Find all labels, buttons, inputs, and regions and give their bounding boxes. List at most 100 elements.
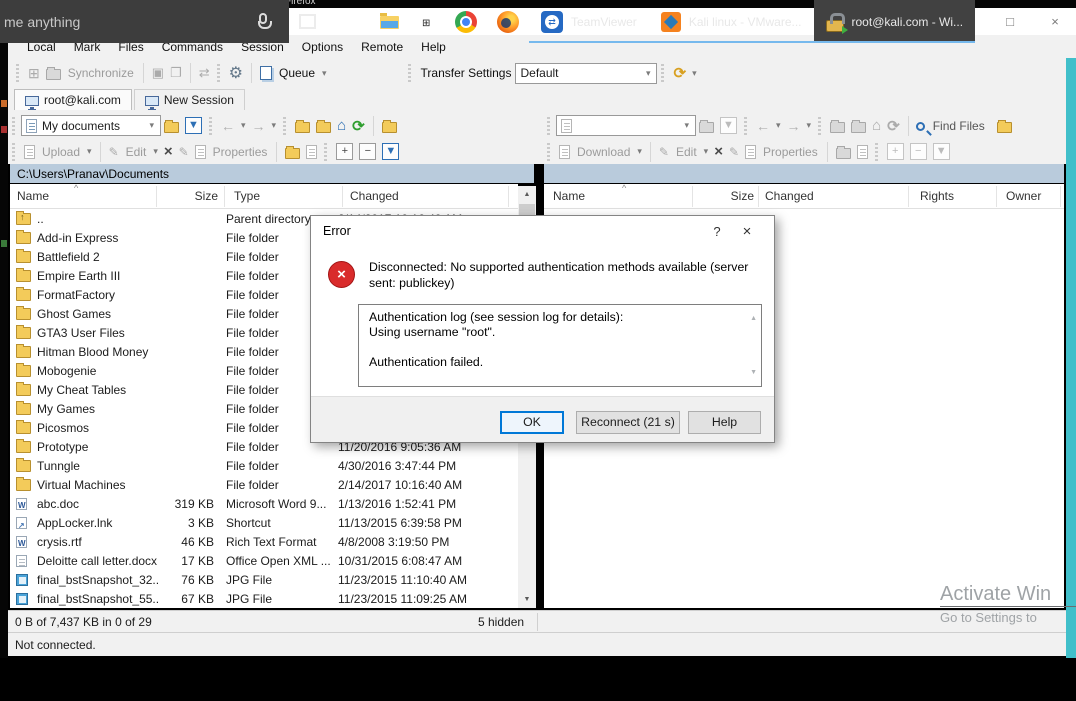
home-directory-icon[interactable]: ⌂ — [872, 117, 881, 134]
taskbar-app-kali-vmware[interactable]: Kali linux - VMware... — [649, 0, 814, 43]
chevron-down-icon[interactable]: ▾ — [153, 146, 158, 157]
preferences-gear-icon[interactable]: ⚙ — [229, 63, 243, 83]
sync-browsing-icon[interactable]: ⇄ — [199, 65, 210, 81]
close-button[interactable]: × — [1048, 14, 1062, 29]
new-folder-icon[interactable] — [285, 148, 300, 159]
toolbar-grip[interactable] — [209, 117, 214, 135]
maximize-button[interactable]: □ — [1003, 14, 1017, 29]
find-files-icon[interactable] — [916, 122, 925, 131]
dialog-title-bar[interactable]: Error ? × — [311, 216, 774, 246]
compare-directories-icon[interactable]: ⊞ — [28, 65, 40, 82]
toolbar-grip[interactable] — [12, 143, 17, 161]
new-file-icon[interactable] — [857, 145, 868, 159]
right-path-select[interactable]: ▾ — [556, 115, 696, 136]
table-row[interactable]: crysis.rtf 46 KB Rich Text Format 4/8/20… — [10, 532, 518, 551]
select-plus-icon[interactable]: + — [887, 143, 904, 160]
chevron-down-icon[interactable]: ▾ — [637, 146, 642, 157]
properties-icon[interactable] — [745, 145, 756, 159]
reconnect-button[interactable]: Reconnect (21 s) — [576, 411, 680, 434]
taskbar-search-box[interactable]: me anything — [0, 0, 289, 43]
upload-label[interactable]: Upload — [42, 145, 80, 159]
toolbar-grip[interactable] — [324, 143, 329, 161]
selection-filter-icon[interactable]: ▼ — [382, 143, 399, 160]
edit-label[interactable]: Edit — [676, 145, 697, 159]
toolbar-grip[interactable] — [16, 64, 21, 82]
edit-pencil-icon[interactable]: ✎ — [659, 145, 669, 159]
open-in-explorer-icon[interactable] — [382, 122, 397, 133]
table-row[interactable]: Deloitte call letter.docx 17 KB Office O… — [10, 551, 518, 570]
table-row[interactable]: Virtual Machines File folder 2/14/2017 1… — [10, 475, 518, 494]
unselect-minus-icon[interactable]: − — [910, 143, 927, 160]
session-tab[interactable]: root@kali.com — [14, 89, 132, 110]
properties-label[interactable]: Properties — [213, 145, 268, 159]
chevron-down-icon[interactable]: ▾ — [704, 146, 709, 157]
toolbar-grip[interactable] — [547, 117, 552, 135]
queue-dropdown-icon[interactable]: ▾ — [322, 68, 327, 79]
column-header-size[interactable]: Size — [162, 189, 218, 203]
toolbar-grip[interactable] — [875, 143, 880, 161]
microphone-icon[interactable] — [259, 13, 267, 24]
scroll-down-icon[interactable]: ▼ — [750, 365, 757, 380]
taskbar-app-winscp[interactable]: root@kali.com - Wi... — [814, 0, 976, 43]
parent-directory-icon[interactable] — [830, 122, 845, 133]
column-header-rights[interactable]: Rights — [920, 189, 954, 203]
taskbar-app-file-explorer[interactable] — [370, 0, 409, 43]
queue-label[interactable]: Queue — [279, 66, 315, 80]
chevron-down-icon[interactable]: ▾ — [241, 120, 246, 131]
new-file-icon[interactable] — [306, 145, 317, 159]
delete-x-icon[interactable]: × — [714, 143, 723, 160]
column-header-size[interactable]: Size — [696, 189, 754, 203]
root-directory-icon[interactable] — [316, 122, 331, 133]
chevron-down-icon[interactable]: ▾ — [87, 146, 92, 157]
auth-log-box[interactable]: Authentication log (see session log for … — [358, 304, 762, 387]
taskbar-app-store[interactable] — [409, 0, 445, 43]
column-header-name[interactable]: Name — [553, 189, 585, 203]
filter-icon[interactable]: ▼ — [720, 117, 737, 134]
table-row[interactable]: abc.doc 319 KB Microsoft Word 9... 1/13/… — [10, 494, 518, 513]
back-icon[interactable]: ← — [221, 118, 235, 134]
synchronize-icon[interactable] — [46, 69, 61, 80]
parent-directory-icon[interactable] — [295, 122, 310, 133]
left-path-select[interactable]: My documents ▾ — [21, 115, 161, 136]
back-icon[interactable]: ← — [756, 118, 770, 134]
queue-icon[interactable] — [260, 66, 272, 80]
ok-button[interactable]: OK — [500, 411, 564, 434]
dialog-help-icon[interactable]: ? — [702, 224, 732, 239]
transfer-options-icon[interactable]: ⟳ — [673, 64, 686, 82]
toolbar-grip[interactable] — [217, 64, 222, 82]
taskbar-app-edge[interactable] — [326, 0, 370, 43]
taskbar-app-teamviewer[interactable]: TeamViewer — [529, 0, 649, 43]
console-icon[interactable]: ❐ — [170, 65, 182, 81]
chevron-down-icon[interactable]: ▾ — [776, 120, 781, 131]
toolbar-grip[interactable] — [408, 64, 413, 82]
upload-icon[interactable] — [24, 145, 35, 159]
column-header-changed[interactable]: Changed — [765, 189, 814, 203]
root-directory-icon[interactable] — [851, 122, 866, 133]
properties-icon[interactable] — [195, 145, 206, 159]
forward-icon[interactable]: → — [252, 118, 266, 134]
right-address-bar[interactable] — [544, 164, 1064, 183]
scroll-up-icon[interactable]: ▲ — [750, 311, 757, 326]
edit-label[interactable]: Edit — [126, 145, 147, 159]
home-directory-icon[interactable]: ⌂ — [337, 117, 346, 134]
chevron-down-icon[interactable]: ▾ — [807, 120, 812, 131]
toolbar-grip[interactable] — [547, 143, 552, 161]
refresh-icon[interactable]: ⟳ — [887, 117, 900, 135]
column-header-type[interactable]: Type — [234, 189, 260, 203]
column-header-owner[interactable]: Owner — [1006, 189, 1041, 203]
session-tab[interactable]: New Session — [134, 89, 245, 110]
left-address-bar[interactable]: C:\Users\Pranav\Documents — [10, 164, 534, 183]
scroll-up-icon[interactable]: ▲ — [518, 186, 536, 203]
new-folder-icon[interactable] — [836, 148, 851, 159]
select-plus-icon[interactable]: + — [336, 143, 353, 160]
download-label[interactable]: Download — [577, 145, 630, 159]
open-directory-icon[interactable] — [164, 122, 179, 133]
rename-icon[interactable]: ✎ — [179, 145, 189, 159]
taskbar-app-task-view[interactable] — [289, 0, 326, 43]
scroll-down-icon[interactable]: ▼ — [518, 591, 536, 608]
transfer-settings-select[interactable]: Default ▾ — [515, 63, 657, 84]
terminal-icon[interactable]: ▣ — [152, 65, 164, 81]
selection-filter-icon[interactable]: ▼ — [933, 143, 950, 160]
delete-x-icon[interactable]: × — [164, 143, 173, 160]
taskbar-app-firefox[interactable] — [487, 0, 529, 43]
